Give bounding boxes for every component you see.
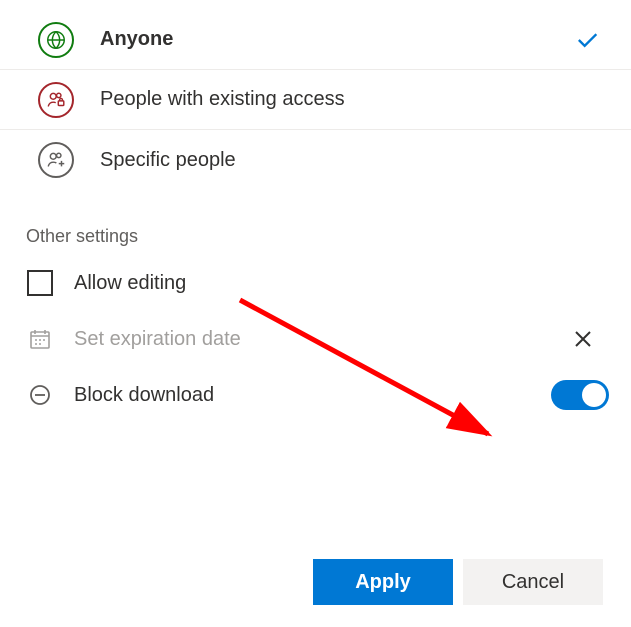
expiration-label: Set expiration date [74,328,241,351]
check-icon [573,26,601,54]
section-other-settings: Other settings [0,190,631,255]
allow-editing-label: Allow editing [74,272,186,295]
calendar-icon [26,325,54,353]
cancel-button[interactable]: Cancel [463,559,603,605]
people-lock-icon [38,82,74,118]
option-label: Anyone [100,28,173,51]
people-plus-icon [38,142,74,178]
clear-date-button[interactable] [571,327,595,351]
checkbox-icon[interactable] [26,269,54,297]
option-specific-people[interactable]: Specific people [0,130,631,190]
allow-editing-row[interactable]: Allow editing [0,255,631,311]
allow-editing-checkbox[interactable] [27,270,53,296]
block-download-toggle[interactable] [551,380,609,410]
expiration-row[interactable]: Set expiration date [0,311,631,367]
block-download-label: Block download [74,384,214,407]
option-existing-access[interactable]: People with existing access [0,70,631,130]
dialog-footer: Apply Cancel [313,559,603,605]
globe-icon [38,22,74,58]
option-label: People with existing access [100,88,345,111]
option-anyone[interactable]: Anyone [0,10,631,70]
apply-button[interactable]: Apply [313,559,453,605]
share-option-list: Anyone People with existing access Speci… [0,0,631,190]
option-label: Specific people [100,149,236,172]
block-download-row: Block download [0,367,631,423]
toggle-knob [582,383,606,407]
block-icon [26,381,54,409]
